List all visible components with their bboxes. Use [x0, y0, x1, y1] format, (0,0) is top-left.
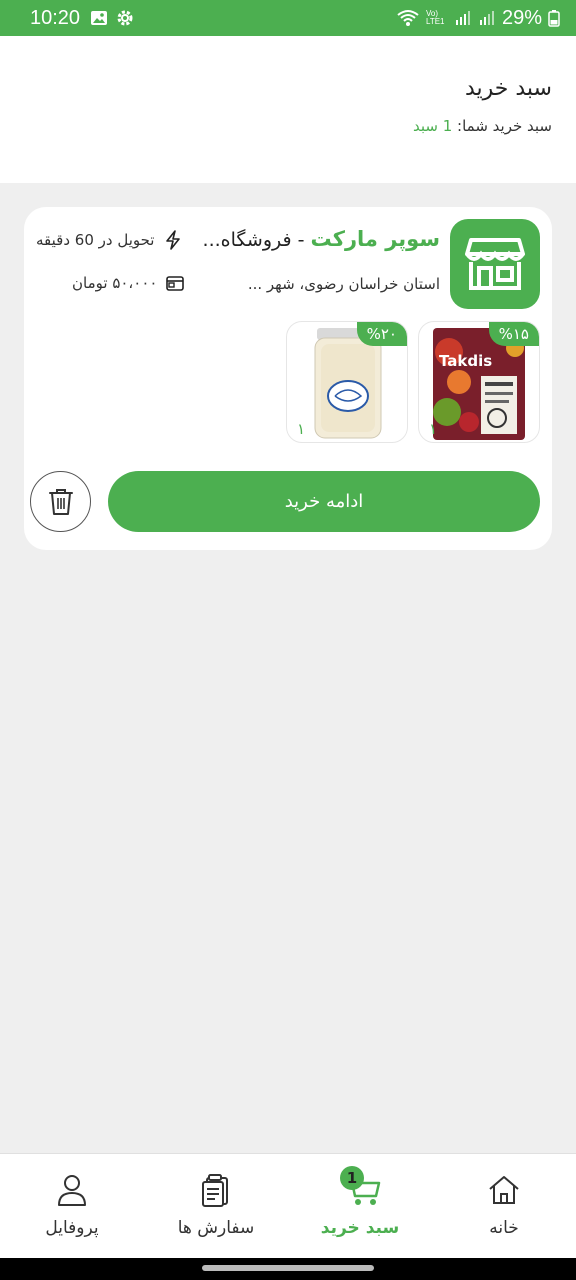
cart-badge: 1: [340, 1166, 364, 1190]
nav-orders-label: سفارش ها: [177, 1218, 255, 1238]
product-brand-text: Takdis: [439, 352, 492, 370]
clipboard-icon: [202, 1174, 228, 1207]
trash-icon: [48, 488, 73, 515]
product-quantity: ۱: [297, 420, 306, 438]
status-time: 10:20: [30, 6, 81, 29]
nav-home[interactable]: خانه: [444, 1154, 564, 1259]
store-logo[interactable]: [450, 219, 540, 309]
price-info: ۵۰،۰۰۰ تومان: [72, 273, 185, 293]
nav-profile[interactable]: پروفایل: [12, 1154, 132, 1259]
nav-home-label: خانه: [489, 1218, 519, 1238]
discount-badge: %۲۰: [356, 322, 407, 346]
store-name[interactable]: سوپر مارکت - فروشگاه...: [203, 227, 440, 251]
battery-icon: [548, 10, 560, 27]
wallet-icon: [166, 276, 185, 291]
battery-percent: 29%: [501, 6, 542, 29]
cart-summary: سبد خرید شما: 1 سبد: [24, 117, 552, 135]
discount-badge: %۱۵: [488, 322, 539, 346]
page-title: سبد خرید: [464, 76, 552, 101]
home-gesture-bar[interactable]: [202, 1265, 374, 1271]
nav-cart-label: سبد خرید: [320, 1218, 400, 1238]
store-brand: سوپر مارکت: [310, 227, 441, 251]
continue-shopping-button[interactable]: ادامه خرید: [108, 471, 540, 532]
product-quantity: ۱: [429, 420, 438, 438]
delivery-info: تحویل در 60 دقیقه: [36, 229, 184, 251]
price-text: ۵۰،۰۰۰ تومان: [72, 274, 158, 292]
cart-card: سوپر مارکت - فروشگاه... استان خراسان رضو…: [24, 207, 552, 550]
image-icon: [91, 11, 108, 25]
status-bar: 10:20 Vo) LTE1 29%: [0, 0, 576, 36]
lightning-icon: [166, 230, 181, 250]
store-address: استان خراسان رضوی، شهر ...: [247, 275, 440, 293]
product-thumb-takdis[interactable]: Takdis %۱۵ ۱: [418, 321, 540, 443]
wifi-icon: [397, 10, 419, 26]
cart-summary-label: سبد خرید شما:: [457, 117, 552, 135]
cart-count: 1 سبد: [412, 117, 453, 135]
network-label: Vo) LTE1: [425, 9, 445, 26]
store-icon: [465, 238, 525, 290]
home-icon: [489, 1176, 519, 1204]
bottom-navigation: خانه 1 سبد خرید سفارش ها پروفایل: [0, 1153, 576, 1258]
signal-icon: [455, 11, 470, 25]
nav-cart[interactable]: 1 سبد خرید: [300, 1154, 420, 1259]
store-name-rest: - فروشگاه...: [202, 229, 311, 251]
nav-orders[interactable]: سفارش ها: [156, 1154, 276, 1259]
page-header: سبد خرید سبد خرید شما: 1 سبد: [0, 36, 576, 183]
delete-cart-button[interactable]: [30, 471, 91, 532]
product-thumb-jar[interactable]: %۲۰ ۱: [286, 321, 408, 443]
delivery-text: تحویل در 60 دقیقه: [36, 231, 155, 249]
nav-profile-label: پروفایل: [45, 1218, 99, 1238]
signal-icon-2: [479, 11, 494, 25]
settings-icon: [117, 10, 133, 26]
user-icon: [58, 1175, 86, 1206]
